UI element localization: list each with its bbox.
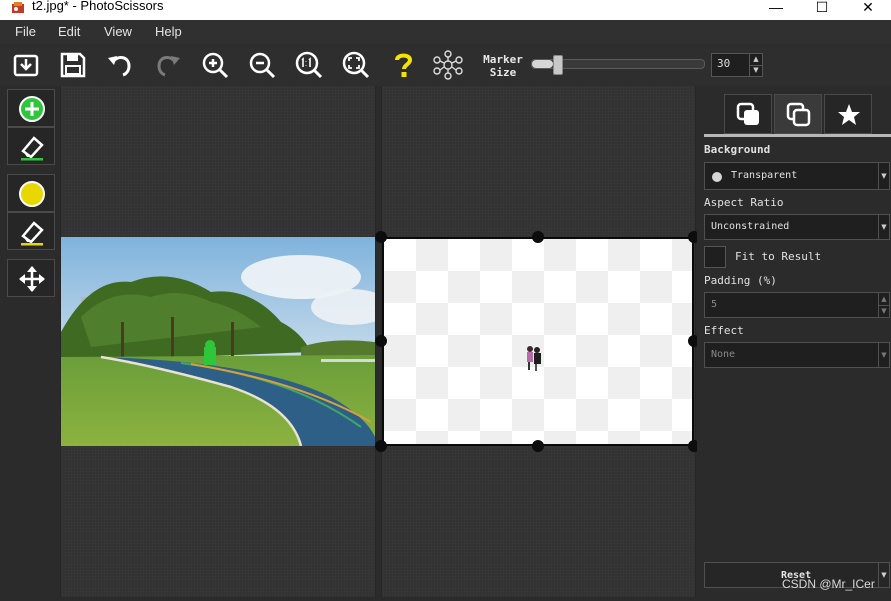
favorite-tab-icon: [838, 104, 860, 125]
zoom-out-button[interactable]: [247, 50, 277, 80]
source-photo[interactable]: [61, 237, 375, 446]
undo-button[interactable]: [105, 50, 135, 80]
background-label: Background: [704, 143, 771, 156]
minimize-button[interactable]: —: [753, 0, 799, 20]
menu-view[interactable]: View: [104, 24, 132, 39]
effect-combo[interactable]: None ▼: [704, 342, 890, 368]
redo-icon: [157, 56, 180, 77]
zoom-fit-icon: [342, 51, 370, 79]
copy-tab-icon: [786, 102, 811, 127]
zoom-fit-button[interactable]: [341, 50, 371, 80]
aspect-ratio-value: Unconstrained: [711, 221, 790, 232]
redo-button[interactable]: [153, 50, 183, 80]
add-background-marker-icon: [19, 181, 45, 207]
add-foreground-marker-icon: [19, 96, 45, 122]
toolbar: Marker Size 30 ▲ ▼: [0, 44, 891, 86]
save-icon: [60, 52, 86, 78]
background-combo[interactable]: Transparent ▼: [704, 162, 890, 190]
title-bar: t2.jpg* - PhotoScissors — ☐ ✕: [0, 0, 891, 20]
tab-background[interactable]: [724, 94, 772, 134]
close-button[interactable]: ✕: [845, 0, 891, 20]
marker-size-slider-thumb[interactable]: [552, 55, 563, 75]
crop-handle-bottom[interactable]: [532, 440, 544, 452]
network-button[interactable]: [433, 50, 463, 80]
erase-background-button[interactable]: [7, 212, 55, 250]
effect-label: Effect: [704, 324, 744, 337]
fit-to-result-label: Fit to Result: [735, 250, 822, 263]
tool-palette: [0, 86, 60, 601]
move-icon: [19, 266, 45, 292]
fit-to-result-checkbox[interactable]: [704, 246, 726, 268]
settings-panel: Background Transparent ▼ Aspect Ratio Un…: [697, 86, 891, 601]
marker-label-line1: Marker: [483, 53, 523, 66]
padding-down-icon[interactable]: ▼: [878, 305, 889, 317]
maximize-button[interactable]: ☐: [799, 0, 845, 20]
tab-favorite[interactable]: [824, 94, 872, 134]
effect-value: None: [711, 349, 736, 360]
background-dropdown-icon[interactable]: ▼: [878, 163, 889, 189]
menu-edit[interactable]: Edit: [58, 24, 80, 39]
menu-file[interactable]: File: [15, 24, 36, 39]
effect-dropdown-icon[interactable]: ▼: [878, 343, 889, 367]
background-value: Transparent: [731, 170, 798, 181]
padding-label: Padding (%): [704, 274, 777, 287]
tab-underline: [704, 134, 891, 137]
crop-handle-top-left[interactable]: [375, 231, 387, 243]
foreground-marker-button[interactable]: [7, 89, 55, 127]
aspect-ratio-dropdown-icon[interactable]: ▼: [878, 215, 889, 239]
padding-value: 5: [711, 299, 718, 310]
crop-handle-left[interactable]: [375, 335, 387, 347]
crop-handle-top[interactable]: [532, 231, 544, 243]
marker-size-spinbox[interactable]: 30 ▲ ▼: [711, 53, 763, 77]
zoom-actual-button[interactable]: [294, 50, 324, 80]
park-photo-image: [61, 237, 375, 446]
move-button[interactable]: [7, 259, 55, 297]
zoom-actual-icon: [295, 51, 323, 79]
zoom-in-button[interactable]: [200, 50, 230, 80]
reset-dropdown-icon[interactable]: ▼: [878, 563, 889, 587]
marker-size-label: Marker Size: [478, 53, 528, 79]
save-button[interactable]: [58, 50, 88, 80]
help-button[interactable]: [388, 50, 418, 80]
help-icon: [395, 53, 413, 77]
open-icon: [13, 54, 39, 77]
background-marker-button[interactable]: [7, 174, 55, 212]
network-icon: [433, 50, 463, 80]
spin-down-icon[interactable]: ▼: [749, 65, 762, 76]
app-icon: [12, 2, 24, 13]
marker-label-line2: Size: [489, 66, 517, 79]
tab-copy[interactable]: [774, 94, 822, 134]
background-tab-icon: [736, 102, 759, 125]
window-title: t2.jpg* - PhotoScissors: [32, 0, 164, 13]
menu-help[interactable]: Help: [155, 24, 182, 39]
marker-size-value: 30: [717, 57, 731, 70]
erase-foreground-icon: [21, 136, 44, 161]
transparent-swatch-icon: [712, 172, 722, 182]
zoom-out-icon: [249, 52, 276, 79]
watermark-text: CSDN @Mr_ICer: [782, 577, 875, 591]
padding-spinbox[interactable]: 5 ▲ ▼: [704, 292, 890, 318]
result-preview[interactable]: [382, 237, 694, 446]
undo-icon: [108, 56, 131, 77]
menu-bar: File Edit View Help: [0, 20, 891, 44]
erase-background-icon: [21, 221, 44, 246]
open-button[interactable]: [11, 50, 41, 80]
cutout-figures-image: [527, 346, 541, 371]
aspect-ratio-label: Aspect Ratio: [704, 196, 784, 209]
marker-size-slider[interactable]: [531, 55, 705, 75]
crop-handle-bottom-left[interactable]: [375, 440, 387, 452]
erase-foreground-button[interactable]: [7, 127, 55, 165]
marker-size-slider-fill: [532, 60, 553, 68]
zoom-in-icon: [202, 52, 229, 79]
aspect-ratio-combo[interactable]: Unconstrained ▼: [704, 214, 890, 240]
